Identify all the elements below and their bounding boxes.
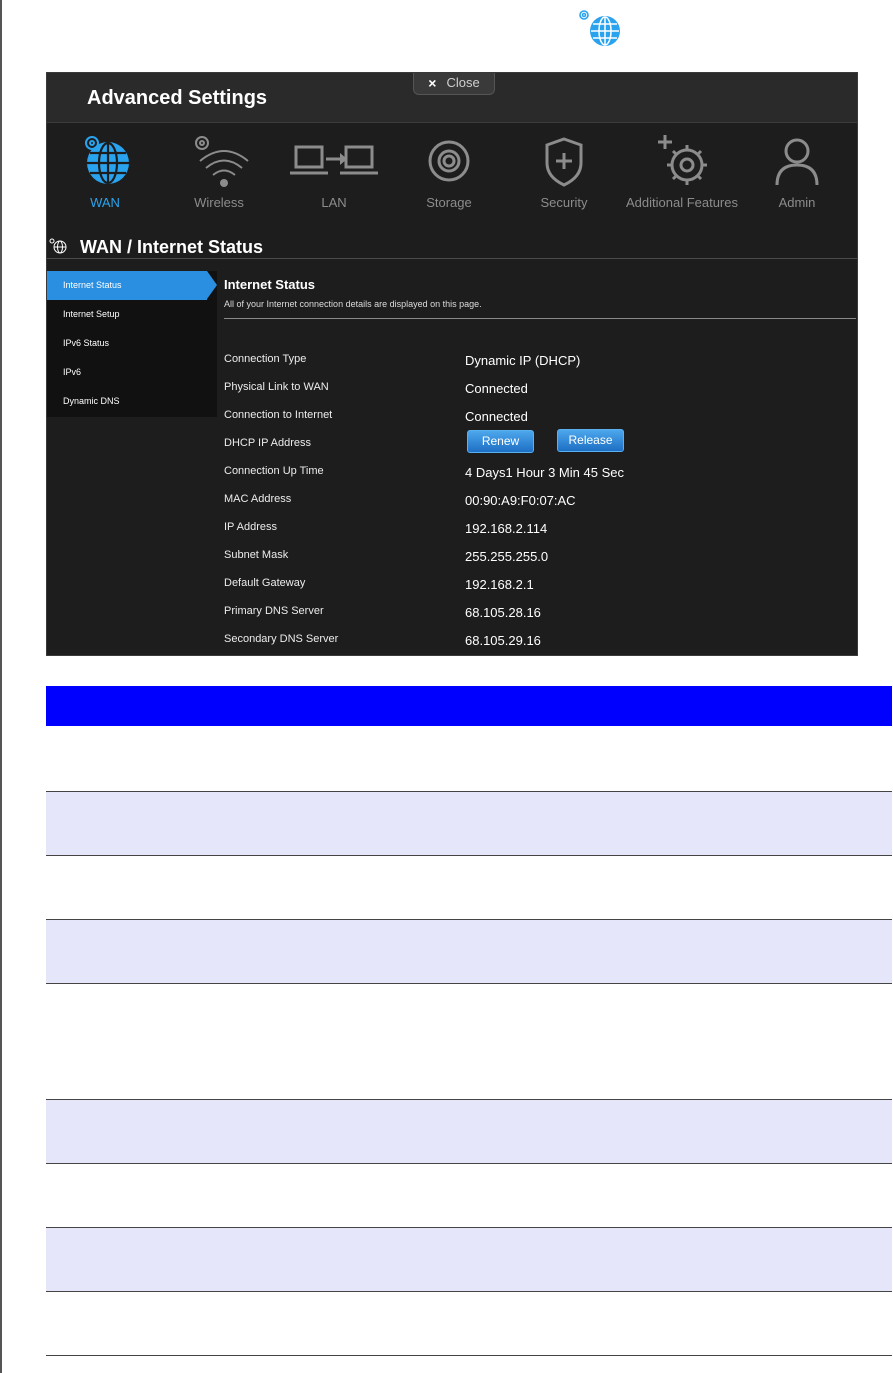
nav-label: Wireless <box>194 195 244 210</box>
row-label: Connection Up Time <box>224 465 324 477</box>
table-row <box>46 856 892 920</box>
nav-wireless[interactable]: Wireless <box>161 125 277 225</box>
sidebar-item-label: IPv6 <box>63 367 82 377</box>
nav-label: WAN <box>90 195 120 210</box>
release-button[interactable]: Release <box>557 429 624 452</box>
renew-button[interactable]: Renew <box>467 430 534 453</box>
sidebar-item-ipv6[interactable]: IPv6 <box>47 358 217 387</box>
table-row <box>46 1100 892 1164</box>
row-label: Connection Type <box>224 353 307 365</box>
table-row <box>46 726 892 792</box>
row-value: 192.168.2.114 <box>465 521 548 536</box>
globe-gear-icon <box>85 136 129 185</box>
nav-wan[interactable]: WAN <box>47 125 163 225</box>
table-header <box>46 686 892 726</box>
status-row-default-gateway: Default Gateway 192.168.2.1 <box>224 571 857 599</box>
nav-security[interactable]: Security <box>506 125 622 225</box>
active-arrow <box>207 271 217 299</box>
sidebar: Internet Status Internet Setup IPv6 Stat… <box>47 271 217 417</box>
section-header: WAN / Internet Status <box>47 235 857 259</box>
page-left-rule <box>0 0 2 1373</box>
status-row-internet-connection: Connection to Internet Connected <box>224 403 857 431</box>
lan-icon <box>290 145 378 175</box>
nav-lan[interactable]: LAN <box>276 125 392 225</box>
sidebar-item-internet-status[interactable]: Internet Status <box>47 271 217 300</box>
row-label: Secondary DNS Server <box>224 633 339 645</box>
sidebar-item-label: Internet Status <box>63 280 122 290</box>
status-row-mac-address: MAC Address 00:90:A9:F0:07:AC <box>224 487 857 515</box>
status-row-secondary-dns: Secondary DNS Server 68.105.29.16 <box>224 627 857 655</box>
table-row <box>46 1228 892 1292</box>
globe-icon <box>49 238 67 254</box>
row-value: 68.105.28.16 <box>465 605 541 620</box>
status-row-subnet-mask: Subnet Mask 255.255.255.0 <box>224 543 857 571</box>
nav-label: LAN <box>321 195 347 210</box>
table-row <box>46 1164 892 1228</box>
sidebar-item-dynamic-dns[interactable]: Dynamic DNS <box>47 387 217 416</box>
table-row <box>46 984 892 1100</box>
close-icon: × <box>428 74 437 91</box>
row-label: IP Address <box>224 521 277 533</box>
nav-label: Storage <box>426 195 472 210</box>
content-description: All of your Internet connection details … <box>224 299 482 309</box>
nav-admin[interactable]: Admin <box>739 125 855 225</box>
row-value: 00:90:A9:F0:07:AC <box>465 493 576 508</box>
status-row-dhcp-ip: DHCP IP Address Renew Release <box>224 429 857 459</box>
divider <box>224 318 856 319</box>
page-title: WAN / Internet Status <box>80 237 264 257</box>
nav-label: Additional Features <box>625 195 738 210</box>
status-row-up-time: Connection Up Time 4 Days1 Hour 3 Min 45… <box>224 459 857 487</box>
close-button[interactable]: × Close <box>413 73 495 95</box>
nav-additional-features[interactable]: Additional Features <box>622 125 742 225</box>
table-row <box>46 920 892 984</box>
status-row-primary-dns: Primary DNS Server 68.105.28.16 <box>224 599 857 627</box>
sidebar-item-internet-setup[interactable]: Internet Setup <box>47 300 217 329</box>
row-value: 4 Days1 Hour 3 Min 45 Sec <box>465 465 624 480</box>
advanced-settings-panel: Advanced Settings × Close WAN Wireless L… <box>46 72 858 656</box>
row-label: Default Gateway <box>224 577 306 589</box>
table-row <box>46 1292 892 1356</box>
wan-globe-icon <box>579 10 620 46</box>
row-label: Connection to Internet <box>224 409 333 421</box>
shield-plus-icon <box>545 137 583 187</box>
row-label: Primary DNS Server <box>224 605 324 617</box>
sidebar-item-label: Internet Setup <box>63 309 120 319</box>
person-icon <box>775 138 819 186</box>
nav-storage[interactable]: Storage <box>391 125 507 225</box>
disc-icon <box>428 140 470 182</box>
category-nav: WAN Wireless LAN Storage Security Additi… <box>47 125 857 235</box>
wifi-gear-icon <box>195 136 249 187</box>
row-label: Physical Link to WAN <box>224 381 329 393</box>
table-row <box>46 792 892 856</box>
nav-label: Admin <box>778 195 816 210</box>
status-row-ip-address: IP Address 192.168.2.114 <box>224 515 857 543</box>
row-value: Dynamic IP (DHCP) <box>465 353 581 368</box>
sidebar-item-ipv6-status[interactable]: IPv6 Status <box>47 329 217 358</box>
close-label: Close <box>446 75 480 90</box>
sidebar-item-label: Dynamic DNS <box>63 396 120 406</box>
status-row-connection-type: Connection Type Dynamic IP (DHCP) <box>224 347 857 375</box>
row-label: Subnet Mask <box>224 549 289 561</box>
gear-plus-icon <box>658 135 707 185</box>
status-row-physical-link: Physical Link to WAN Connected <box>224 375 857 403</box>
panel-title: Advanced Settings <box>87 87 268 109</box>
nav-label: Security <box>540 195 588 210</box>
content-title: Internet Status <box>224 277 316 292</box>
row-value: Connected <box>465 409 528 424</box>
row-value: 68.105.29.16 <box>465 633 541 648</box>
sidebar-item-label: IPv6 Status <box>63 338 110 348</box>
row-value: 192.168.2.1 <box>465 577 534 592</box>
row-value: Connected <box>465 381 528 396</box>
row-value: 255.255.255.0 <box>465 549 549 564</box>
row-label: DHCP IP Address <box>224 437 312 449</box>
row-label: MAC Address <box>224 493 292 505</box>
